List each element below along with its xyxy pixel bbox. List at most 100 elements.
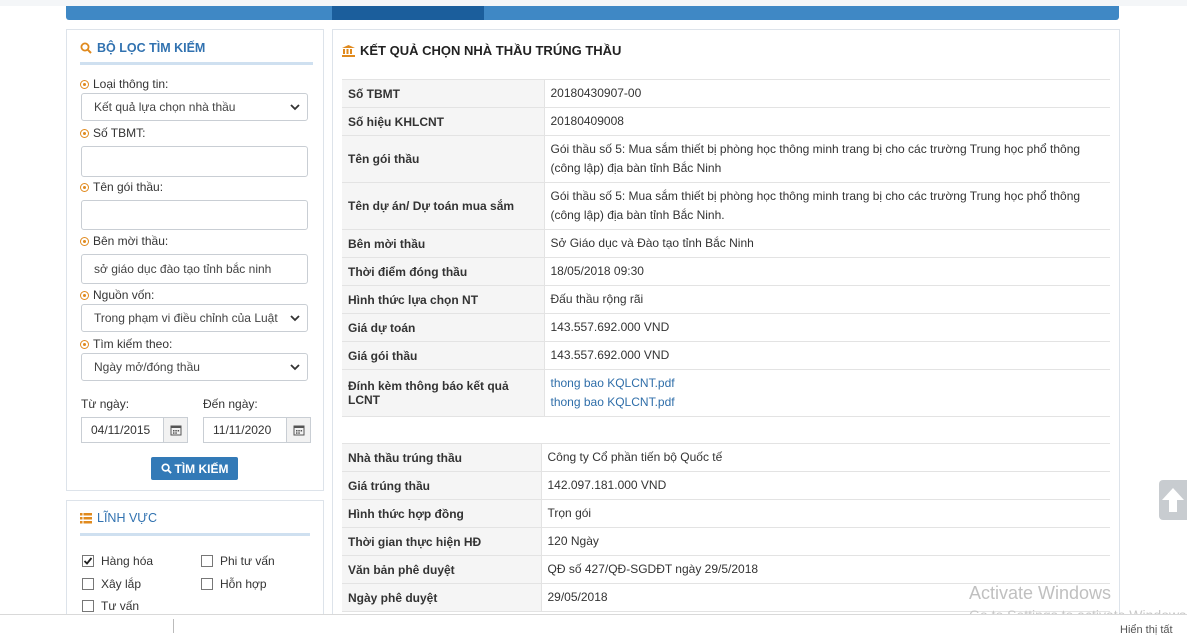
checkbox-tu-van[interactable]: Tư vấn [82,599,139,613]
checkbox-box[interactable] [82,555,94,567]
checkbox-phi-tu-van-label: Phi tư vấn [220,554,275,568]
bottom-bar [0,614,1187,633]
scroll-to-top-button[interactable] [1159,480,1187,520]
tim-kiem-theo-select[interactable]: Ngày mở/đóng thầu [81,353,308,381]
den-ngay-label: Đến ngày: [203,397,258,411]
linh-vuc-header: LĨNH VỰC [80,511,157,525]
den-ngay-input[interactable]: 11/11/2020 [203,417,287,443]
checkbox-box[interactable] [201,555,213,567]
ben-moi-thau-value: sở giáo dục đào tạo tỉnh bắc ninh [94,262,272,276]
so-tbmt-input[interactable] [81,146,308,177]
ben-moi-thau-input[interactable]: sở giáo dục đào tạo tỉnh bắc ninh [81,254,308,284]
ben-moi-thau-text: Bên mời thầu: [93,234,169,248]
row-key: Giá trúng thầu [342,471,542,500]
loai-thong-tin-select[interactable]: Kết quả lựa chọn nhà thầu [81,93,308,121]
ten-goi-thau-text: Tên gói thầu: [93,180,164,194]
checkbox-phi-tu-van[interactable]: Phi tư vấn [201,554,275,568]
row-key: Giá gói thầu [342,341,545,370]
ten-goi-thau-label: Tên gói thầu: [80,180,163,194]
nguon-von-text: Nguồn vốn: [93,288,155,302]
row-value: QĐ số 427/QĐ-SGDĐT ngày 29/5/2018 [541,555,1110,584]
row-key: Hình thức lựa chọn NT [342,285,545,314]
navbar-active-item[interactable] [332,6,484,20]
row-key: Giá dự toán [342,313,545,342]
tim-kiem-theo-label: Tìm kiếm theo: [80,337,172,351]
checkbox-box[interactable] [82,578,94,590]
taskbar-hint: Hiển thị tất [1120,624,1173,636]
row-key: Thời điểm đóng thầu [342,257,545,286]
row-value: Gói thầu số 5: Mua sắm thiết bị phòng họ… [544,135,1110,183]
tim-kiem-theo-text: Tìm kiếm theo: [93,337,173,351]
checkbox-box[interactable] [201,578,213,590]
checkbox-hon-hop-label: Hỗn hợp [220,577,267,591]
checkbox-xay-lap[interactable]: Xây lắp [82,577,141,591]
search-icon [80,42,92,54]
filter-panel-title: BỘ LỌC TÌM KIẾM [97,41,206,55]
loai-thong-tin-label: Loại thông tin: [80,77,168,91]
bullet-icon [80,128,89,138]
bullet-icon [80,236,89,246]
tu-ngay-input[interactable]: 04/11/2015 [81,417,164,443]
arrow-up-icon [1162,488,1184,512]
table-row: Hình thức hợp đồng Trọn gói [342,499,1110,528]
calendar-icon [170,425,181,436]
filter-title-underline [80,62,313,65]
so-tbmt-label: Số TBMT: [80,126,145,140]
row-key: Tên dự án/ Dự toán mua sắm [342,182,545,230]
row-key: Nhà thầu trúng thầu [342,443,542,472]
row-key: Hình thức hợp đồng [342,499,542,528]
chevron-down-icon [290,364,300,371]
bank-icon [342,44,355,57]
table-row: Đính kèm thông báo kết quả LCNT thong bao… [342,369,1110,417]
linh-vuc-title-underline [80,533,310,536]
den-ngay-text: Đến ngày: [203,397,258,411]
row-key: Văn bản phê duyệt [342,555,542,584]
row-value: 20180409008 [544,107,1110,136]
row-value: 143.557.692.000 VND [544,341,1110,370]
table-row: Giá gói thầu 143.557.692.000 VND [342,341,1110,370]
row-value: 142.097.181.000 VND [541,471,1110,500]
nguon-von-select[interactable]: Trong phạm vi điều chỉnh của Luật đ [81,304,308,332]
main-navbar [66,6,1119,20]
result-title: KẾT QUẢ CHỌN NHÀ THẦU TRÚNG THẦU [360,43,622,58]
bullet-icon [80,79,89,89]
bottom-bar-divider [173,619,174,633]
list-icon [80,512,92,523]
table-row: Thời gian thực hiện HĐ 120 Ngày [342,527,1110,556]
ben-moi-thau-label: Bên mời thầu: [80,234,168,248]
chevron-down-icon [290,104,300,111]
attachment-link[interactable]: thong bao KQLCNT.pdf [551,374,1105,393]
row-value: thong bao KQLCNT.pdf thong bao KQLCNT.pdf [544,369,1110,417]
table-row: Số TBMT 20180430907-00 [342,79,1110,108]
search-button[interactable]: TÌM KIẾM [151,457,238,480]
table-row: Tên dự án/ Dự toán mua sắm Gói thầu số 5:… [342,182,1110,230]
activate-windows-title: Activate Windows [969,583,1112,603]
row-key: Tên gói thầu [342,135,545,183]
row-key: Số hiệu KHLCNT [342,107,545,136]
checkbox-box[interactable] [82,600,94,612]
table-row: Tên gói thầu Gói thầu số 5: Mua sắm thiết… [342,135,1110,183]
attachment-link[interactable]: thong bao KQLCNT.pdf [551,393,1105,412]
row-value: Trọn gói [541,499,1110,528]
table-row: Hình thức lựa chọn NT Đấu thầu rộng rãi [342,285,1110,314]
tu-ngay-calendar-button[interactable] [163,417,188,443]
ten-goi-thau-input[interactable] [81,200,308,230]
nguon-von-value: Trong phạm vi điều chỉnh của Luật đ [94,311,279,325]
checkbox-hon-hop[interactable]: Hỗn hợp [201,577,267,591]
result-info-table: Số TBMT 20180430907-00 Số hiệu KHLCNT 2018… [342,79,1110,417]
table-row: Giá dự toán 143.557.692.000 VND [342,313,1110,342]
check-icon [83,557,93,565]
checkbox-hang-hoa[interactable]: Hàng hóa [82,554,153,568]
den-ngay-calendar-button[interactable] [286,417,311,443]
bullet-icon [80,339,89,349]
tu-ngay-value: 04/11/2015 [91,423,151,437]
linh-vuc-title: LĨNH VỰC [97,511,157,525]
row-value: 20180430907-00 [544,79,1110,108]
tu-ngay-text: Từ ngày: [81,397,130,411]
den-ngay-value: 11/11/2020 [213,423,272,437]
tim-kiem-theo-value: Ngày mở/đóng thầu [94,360,200,374]
bullet-icon [80,182,89,192]
loai-thong-tin-text: Loại thông tin: [93,77,169,91]
row-value: Gói thầu số 5: Mua sắm thiết bị phòng họ… [544,182,1110,230]
search-button-label: TÌM KIẾM [174,461,229,476]
